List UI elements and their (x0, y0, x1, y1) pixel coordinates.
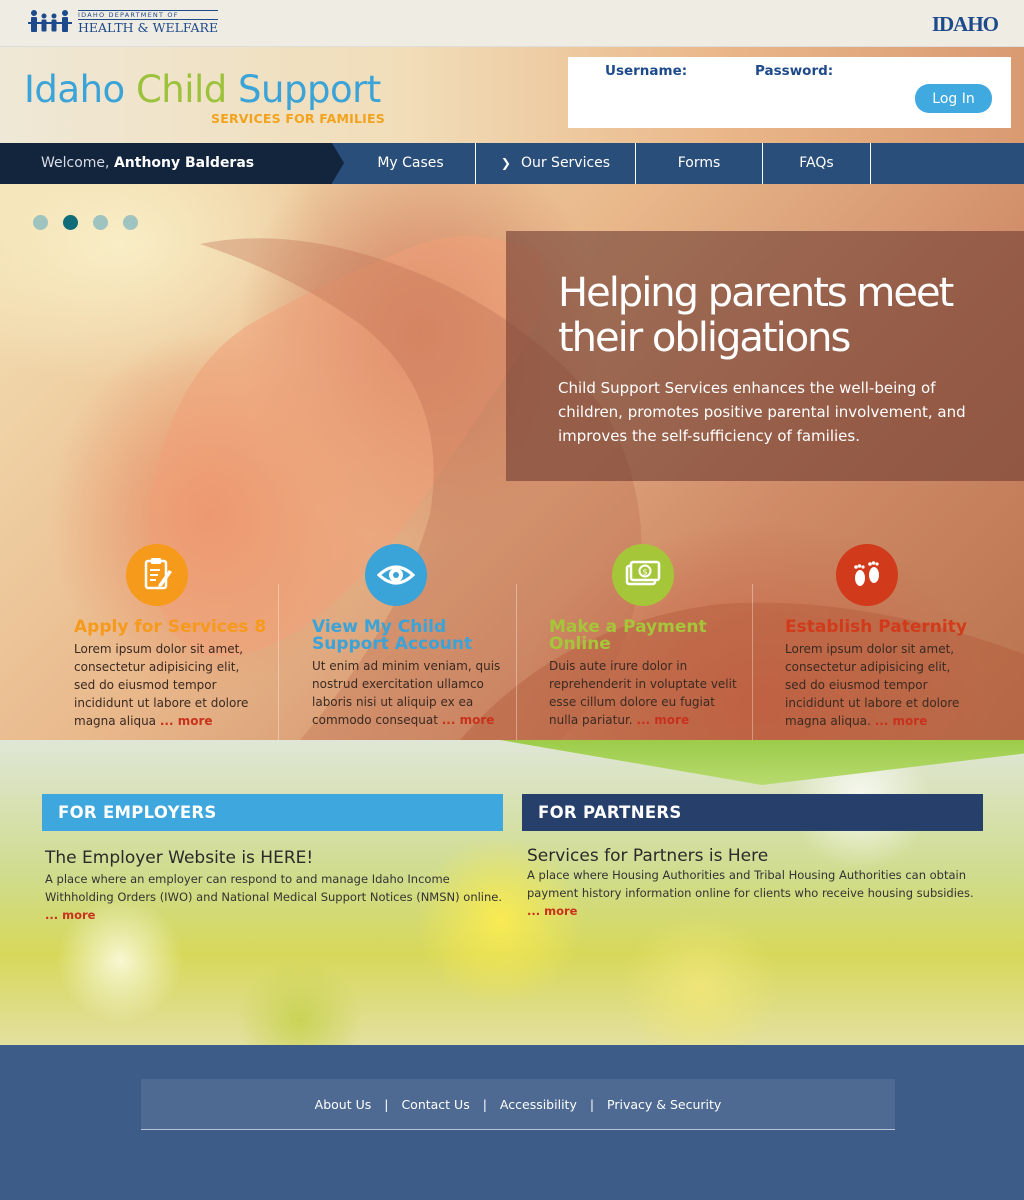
footer-separator: | (589, 1097, 595, 1112)
footer-link-privacy[interactable]: Privacy & Security (607, 1097, 721, 1112)
employers-content: The Employer Website is HERE! A place wh… (42, 848, 503, 924)
audience-section: FOR EMPLOYERS The Employer Website is HE… (0, 740, 1024, 1045)
partners-heading: FOR PARTNERS (522, 794, 983, 831)
main-nav: Welcome, Anthony Balderas My Cases ❯ Our … (0, 143, 1024, 184)
login-button[interactable]: Log In (915, 84, 992, 113)
agency-logo[interactable]: IDAHO DEPARTMENT OF HEALTH & WELFARE (28, 8, 219, 36)
feature-list: Apply for Services 8 Lorem ipsum dolor s… (0, 544, 1024, 740)
feature-text: Duis aute irure dolor in reprehenderit i… (549, 657, 739, 729)
svg-text:$: $ (642, 568, 647, 577)
welcome-arrow (332, 143, 344, 183)
employers-text: A place where an employer can respond to… (45, 870, 503, 924)
nav-item-my-cases[interactable]: My Cases (346, 143, 476, 184)
family-figures-icon (28, 10, 72, 32)
footer-links: About Us | Contact Us | Accessibility | … (141, 1079, 895, 1130)
nav-item-label: FAQs (799, 155, 834, 171)
feature-divider (516, 584, 517, 740)
feature-divider (752, 584, 753, 740)
welcome-prefix: Welcome, (41, 155, 110, 171)
site-title-part1: Idaho (24, 68, 125, 111)
nav-item-label: Our Services (520, 155, 611, 171)
site-title-part2: Child (135, 68, 227, 111)
carousel-dot-active[interactable] (63, 215, 78, 230)
partners-description: A place where Housing Authorities and Tr… (527, 868, 974, 900)
welcome-message: Welcome, Anthony Balderas (0, 143, 332, 184)
carousel-dot[interactable] (93, 215, 108, 230)
footer-link-accessibility[interactable]: Accessibility (500, 1097, 577, 1112)
agency-line1: IDAHO DEPARTMENT OF (78, 9, 219, 20)
carousel-dot[interactable] (123, 215, 138, 230)
clipboard-pen-icon[interactable] (126, 544, 188, 606)
feature-title[interactable]: Apply for Services 8 (74, 619, 274, 636)
leaf-decoration (500, 740, 1024, 785)
eye-icon[interactable] (365, 544, 427, 606)
employers-description: A place where an employer can respond to… (45, 872, 503, 904)
more-link[interactable]: ... more (442, 713, 495, 727)
hero-title: Helping parents meet their obligations (558, 270, 954, 361)
partners-text: A place where Housing Authorities and Tr… (527, 866, 983, 920)
feature-text: Ut enim ad minim veniam, quis nostrud ex… (312, 657, 502, 729)
site-subtitle: SERVICES FOR FAMILIES (211, 111, 385, 126)
feature-title[interactable]: View My Child Support Account (312, 619, 512, 653)
agency-name: IDAHO DEPARTMENT OF HEALTH & WELFARE (78, 9, 219, 35)
user-name: Anthony Balderas (113, 155, 255, 171)
password-label: Password: (755, 63, 834, 79)
nav-item-our-services[interactable]: ❯ Our Services (476, 143, 636, 184)
feature-divider (278, 584, 279, 740)
employers-heading: FOR EMPLOYERS (42, 794, 503, 831)
site-title[interactable]: Idaho Child Support (24, 69, 381, 111)
password-input[interactable] (755, 83, 875, 99)
agency-line2: HEALTH & WELFARE (78, 20, 219, 35)
nav-item-label: My Cases (377, 155, 444, 171)
site-header: Idaho Child Support SERVICES FOR FAMILIE… (0, 47, 1024, 143)
partners-content: Services for Partners is Here A place wh… (522, 846, 983, 920)
footer-link-about[interactable]: About Us (315, 1097, 372, 1112)
feature-text: Lorem ipsum dolor sit amet, consectetur … (785, 640, 975, 730)
feature-title[interactable]: Make a Payment Online (549, 619, 749, 653)
more-link[interactable]: ... more (875, 714, 928, 728)
feature-description: Lorem ipsum dolor sit amet, consectetur … (785, 642, 960, 728)
nav-item-forms[interactable]: Forms (636, 143, 763, 184)
more-link[interactable]: ... more (636, 713, 689, 727)
footer: About Us | Contact Us | Accessibility | … (0, 1045, 1024, 1200)
hero-carousel: Helping parents meet their obligations C… (0, 184, 1024, 740)
login-form: Username: Password: Log In (568, 57, 1011, 128)
footer-separator: | (482, 1097, 487, 1112)
money-icon[interactable]: $ (612, 544, 674, 606)
employers-panel: FOR EMPLOYERS The Employer Website is HE… (42, 794, 503, 924)
more-link[interactable]: ... more (160, 714, 213, 728)
partners-more-link[interactable]: ... more (527, 904, 577, 918)
nav-item-faqs[interactable]: FAQs (763, 143, 871, 184)
chevron-right-icon: ❯ (500, 156, 511, 170)
footer-separator: | (384, 1097, 389, 1112)
feature-text: Lorem ipsum dolor sit amet, consectetur … (74, 640, 264, 730)
hero-caption-panel: Helping parents meet their obligations C… (506, 231, 1024, 481)
carousel-dots (33, 215, 138, 230)
site-title-part3: Support (238, 68, 381, 111)
partners-title[interactable]: Services for Partners is Here (527, 846, 983, 866)
top-bar: IDAHO DEPARTMENT OF HEALTH & WELFARE IDA… (0, 0, 1024, 47)
nav-item-label: Forms (677, 155, 721, 171)
carousel-dot[interactable] (33, 215, 48, 230)
state-logo[interactable]: IDAHO (932, 12, 999, 37)
employers-more-link[interactable]: ... more (45, 908, 95, 922)
partners-panel: FOR PARTNERS Services for Partners is He… (522, 794, 983, 920)
baby-feet-icon[interactable] (836, 544, 898, 606)
footer-link-contact[interactable]: Contact Us (401, 1097, 469, 1112)
username-input[interactable] (605, 83, 725, 99)
employers-title[interactable]: The Employer Website is HERE! (45, 848, 503, 868)
hero-text: Child Support Services enhances the well… (558, 379, 966, 445)
username-label: Username: (605, 63, 688, 79)
feature-title[interactable]: Establish Paternity (785, 619, 985, 636)
